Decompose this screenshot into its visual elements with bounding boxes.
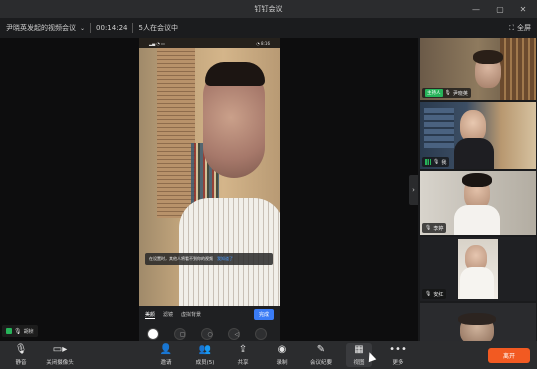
meeting-name[interactable]: 尹晓英发起的视频会议 bbox=[6, 23, 76, 33]
tip-dismiss-link[interactable]: 我知道了 bbox=[217, 256, 233, 262]
participant-hair bbox=[458, 313, 496, 325]
tab-virtual-background[interactable]: 虚拟背景 bbox=[181, 311, 201, 318]
more-icon: ••• bbox=[389, 344, 407, 355]
close-icon[interactable]: ✕ bbox=[514, 0, 532, 18]
shared-phone-screen: ▂▄ ◔ ▭ ◔ 8:16 在设置时，其他人将看不到你的视频 我知道了 美颜 滤… bbox=[139, 38, 280, 341]
network-icon bbox=[6, 328, 12, 334]
participant-tile[interactable]: 主持人 🎙 尹晓英 bbox=[420, 38, 536, 100]
participant-name: 我 bbox=[441, 159, 447, 166]
participant-tile[interactable] bbox=[420, 303, 536, 341]
divider bbox=[90, 23, 92, 33]
tip-text: 在设置时，其他人将看不到你的视频 bbox=[149, 256, 213, 261]
phone-status-bar: ▂▄ ◔ ▭ ◔ 8:16 bbox=[139, 38, 280, 48]
signal-bars-icon bbox=[425, 159, 431, 165]
mic-icon: 🎙 bbox=[425, 291, 432, 297]
meeting-timer: 00:14:24 bbox=[96, 24, 128, 32]
meeting-info-bar: 尹晓英发起的视频会议 ⌄ 00:14:24 5人在会议中 ⛶ 全屏 bbox=[0, 18, 537, 38]
members-button[interactable]: 👥 成员(5) bbox=[190, 343, 220, 367]
camera-label: 关闭摄像头 bbox=[46, 360, 74, 366]
participant-count: 5人在会议中 bbox=[138, 24, 178, 32]
mute-button[interactable]: 🎙 静音 bbox=[6, 343, 36, 367]
participant-sidebar: 主持人 🎙 尹晓英 🎙 我 🎙 李婷 🎙 安红 bbox=[418, 38, 537, 341]
main-video-stage[interactable]: ▂▄ ◔ ▭ ◔ 8:16 在设置时，其他人将看不到你的视频 我知道了 美颜 滤… bbox=[0, 38, 418, 341]
mute-label: 静音 bbox=[15, 360, 27, 366]
participant-label: 🎙 我 bbox=[422, 157, 450, 167]
host-badge: 主持人 bbox=[425, 89, 443, 97]
participant-shirt bbox=[454, 205, 500, 235]
camera-button[interactable]: ▭▸ 关闭摄像头 bbox=[40, 343, 80, 367]
share-icon: ⇪ bbox=[238, 344, 248, 355]
window-shutter bbox=[157, 48, 195, 218]
beauty-tabs: 美颜 滤镜 虚拟背景 完成 bbox=[139, 306, 280, 323]
tile-background bbox=[424, 108, 454, 148]
mic-icon: 🎙 bbox=[444, 90, 451, 96]
presenter-label: 🎙 胡桢 bbox=[2, 325, 38, 337]
view-label: 视图 bbox=[353, 360, 365, 366]
minutes-icon: ✎ bbox=[316, 344, 326, 355]
members-icon: 👥 bbox=[198, 344, 212, 355]
tab-filter[interactable]: 滤镜 bbox=[163, 311, 173, 318]
participant-shirt bbox=[460, 267, 494, 299]
tile-background bbox=[500, 38, 536, 100]
minimize-icon[interactable]: — bbox=[467, 0, 485, 18]
participant-name: 安红 bbox=[433, 291, 444, 298]
preview-tip: 在设置时，其他人将看不到你的视频 我知道了 bbox=[145, 253, 273, 265]
fullscreen-label: 全屏 bbox=[517, 24, 531, 32]
minutes-button[interactable]: ✎ 会议纪要 bbox=[306, 343, 336, 367]
participant-tile[interactable]: 🎙 我 bbox=[420, 102, 536, 169]
person-shirt bbox=[179, 198, 280, 306]
title-bar: 钉钉会议 — ▢ ✕ bbox=[0, 0, 537, 18]
divider bbox=[132, 23, 134, 33]
participant-tile[interactable]: 🎙 安红 bbox=[420, 237, 536, 301]
participant-shirt bbox=[454, 138, 494, 169]
meeting-toolbar: 🎙 静音 ▭▸ 关闭摄像头 👤 邀请 👥 成员(5) ⇪ 共享 ◉ 录制 ✎ 会… bbox=[0, 341, 537, 369]
fullscreen-icon: ⛶ bbox=[509, 23, 514, 32]
more-label: 更多 bbox=[392, 360, 404, 366]
participant-label: 🎙 安红 bbox=[422, 289, 447, 299]
mic-icon: 🎙 bbox=[14, 327, 22, 335]
phone-clock: ◔ 8:16 bbox=[256, 40, 270, 46]
share-label: 共享 bbox=[237, 360, 249, 366]
record-label: 录制 bbox=[276, 360, 288, 366]
participant-hair bbox=[473, 50, 503, 64]
participant-tile[interactable]: 🎙 李婷 bbox=[420, 171, 536, 235]
record-button[interactable]: ◉ 录制 bbox=[270, 343, 294, 367]
participant-name: 李婷 bbox=[433, 225, 444, 232]
leave-button[interactable]: 离开 bbox=[488, 348, 530, 363]
participant-name: 尹晓英 bbox=[452, 90, 468, 97]
collapse-sidebar-button[interactable]: › bbox=[409, 175, 418, 205]
record-icon: ◉ bbox=[277, 344, 287, 355]
chevron-down-icon[interactable]: ⌄ bbox=[80, 25, 85, 32]
invite-label: 邀请 bbox=[160, 360, 172, 366]
share-button[interactable]: ⇪ 共享 bbox=[230, 343, 256, 367]
grid-view-icon: ▦ bbox=[354, 344, 364, 355]
participant-label: 🎙 李婷 bbox=[422, 223, 447, 233]
participant-label: 主持人 🎙 尹晓英 bbox=[422, 88, 471, 98]
participant-hair bbox=[462, 173, 492, 187]
restore-icon[interactable]: ▢ bbox=[491, 0, 509, 18]
camera-preview: 在设置时，其他人将看不到你的视频 我知道了 bbox=[139, 48, 280, 306]
recent-apps-icon[interactable]: ▢ bbox=[180, 331, 186, 338]
mic-icon: 🎙 bbox=[14, 344, 28, 355]
minutes-label: 会议纪要 bbox=[309, 360, 332, 366]
mic-icon: 🎙 bbox=[425, 225, 432, 231]
back-icon[interactable]: ◁ bbox=[235, 331, 240, 338]
members-label: 成员(5) bbox=[195, 360, 215, 366]
more-button[interactable]: ••• 更多 bbox=[386, 343, 410, 367]
invite-button[interactable]: 👤 邀请 bbox=[152, 343, 180, 367]
mic-icon: 🎙 bbox=[433, 159, 440, 165]
done-button[interactable]: 完成 bbox=[253, 309, 274, 320]
camera-icon: ▭▸ bbox=[52, 344, 68, 355]
phone-signal: ▂▄ ◔ ▭ bbox=[149, 40, 165, 46]
presenter-name: 胡桢 bbox=[23, 328, 34, 335]
add-user-icon: 👤 bbox=[159, 344, 173, 355]
meeting-window: 钉钉会议 — ▢ ✕ 尹晓英发起的视频会议 ⌄ 00:14:24 5人在会议中 … bbox=[0, 0, 537, 369]
window-title: 钉钉会议 bbox=[254, 5, 283, 13]
home-icon[interactable]: ○ bbox=[207, 331, 212, 338]
tab-beauty[interactable]: 美颜 bbox=[145, 311, 156, 319]
phone-nav-bar: ▢ ○ ◁ bbox=[139, 328, 280, 341]
person-hair bbox=[205, 62, 265, 86]
fullscreen-button[interactable]: ⛶ 全屏 bbox=[509, 18, 531, 38]
chevron-right-icon: › bbox=[412, 186, 415, 194]
